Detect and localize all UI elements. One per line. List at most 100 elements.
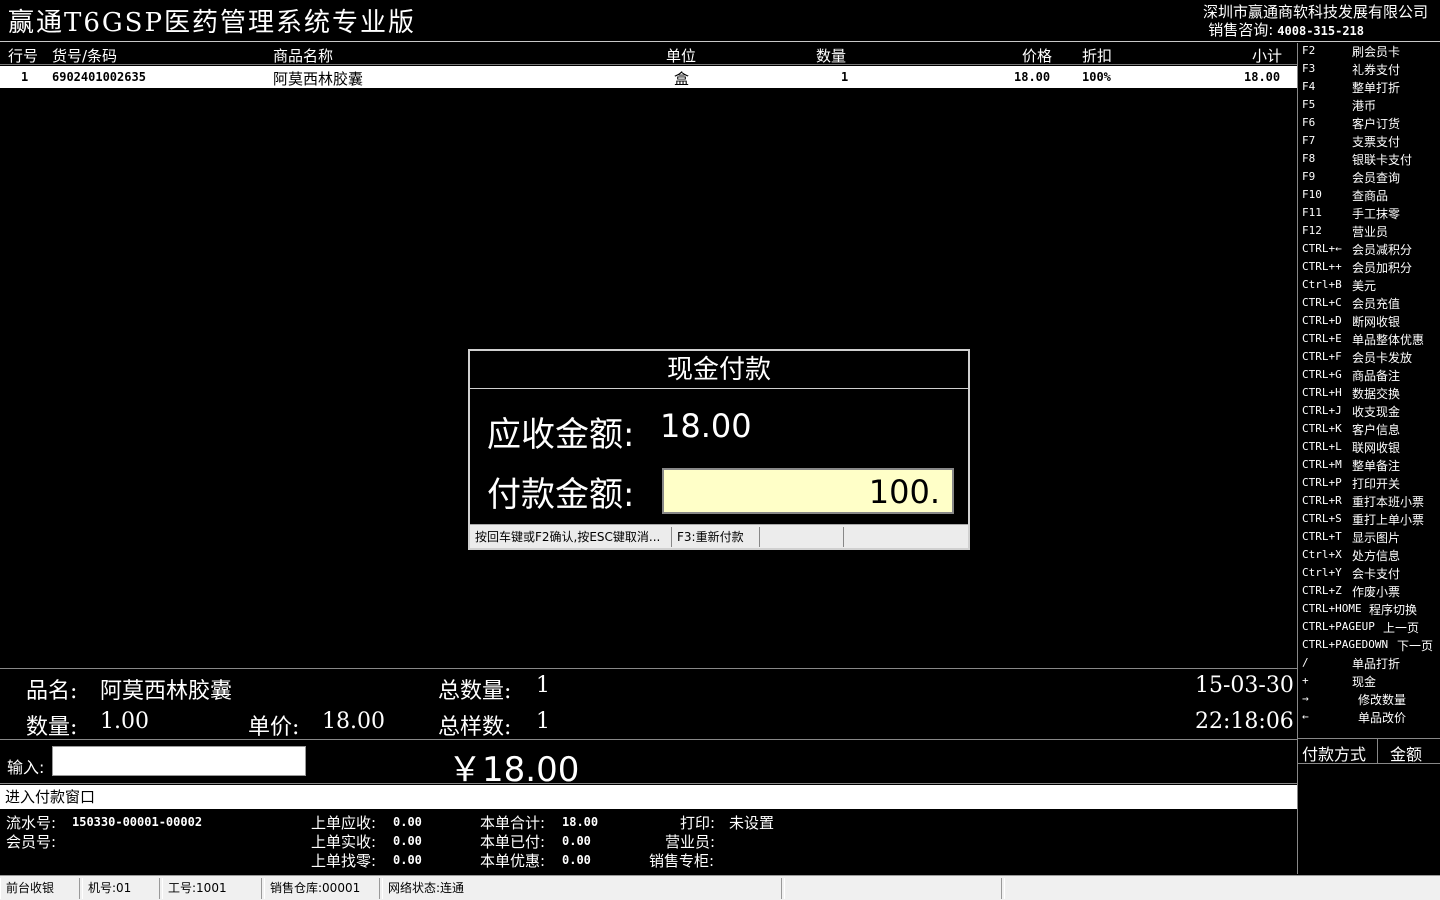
function-key-label: 支票支付	[1352, 135, 1401, 149]
cell-qty: 1	[841, 70, 849, 84]
function-key-item[interactable]: CTRL+M 整单备注	[1302, 457, 1440, 475]
function-key-item[interactable]: CTRL+P 打印开关	[1302, 475, 1440, 493]
function-key-item[interactable]: / 单品打折	[1302, 655, 1440, 673]
function-key-item[interactable]: CTRL+J 收支现金	[1302, 403, 1440, 421]
company-name: 深圳市赢通商软科技发展有限公司	[1202, 3, 1428, 21]
function-key-code: CTRL+HOME	[1302, 602, 1362, 615]
function-key-panel: F2 刷会员卡 F3 礼券支付 F4 整单打折 F5 港币 F6 客户订货 F7 支票支付 F8 银联卡支…	[1297, 43, 1440, 738]
title-bar: 赢通T6GSP医药管理系统专业版 深圳市赢通商软科技发展有限公司 销售咨询: 40…	[0, 0, 1440, 42]
table-row[interactable]: 1 6902401002635 阿莫西林胶囊 盒 1 18.00 100% 18…	[0, 66, 1297, 88]
payment-amount-label: 付款金额:	[487, 475, 635, 515]
cur-total-label: 本单合计:	[480, 814, 546, 832]
function-key-item[interactable]: F10 查商品	[1302, 187, 1440, 205]
function-key-code: F6	[1302, 116, 1316, 129]
function-key-item[interactable]: F9 会员查询	[1302, 169, 1440, 187]
function-key-item[interactable]: F8 银联卡支付	[1302, 151, 1440, 169]
function-key-item[interactable]: F4 整单打折	[1302, 79, 1440, 97]
function-key-item[interactable]: F2 刷会员卡	[1302, 43, 1440, 61]
cur-paid-label: 本单已付:	[480, 833, 546, 851]
dialog-title: 现金付款	[470, 351, 968, 389]
function-key-item[interactable]: CTRL+K 客户信息	[1302, 421, 1440, 439]
function-key-code: →	[1302, 692, 1309, 705]
function-key-item[interactable]: CTRL+PAGEDOWN 下一页	[1302, 637, 1440, 655]
function-key-item[interactable]: ← 单品改价	[1302, 709, 1440, 727]
prev-paid-value: 0.00	[393, 834, 422, 848]
barcode-input[interactable]	[52, 746, 306, 776]
function-key-item[interactable]: CTRL+HOME 程序切换	[1302, 601, 1440, 619]
function-key-item[interactable]: Ctrl+Y 会卡支付	[1302, 565, 1440, 583]
function-key-code: Ctrl+X	[1302, 548, 1342, 561]
dialog-f3-hint: F3:重新付款	[674, 527, 760, 547]
prev-due-value: 0.00	[393, 815, 422, 829]
function-key-label: 银联卡支付	[1352, 153, 1413, 167]
function-key-label: 数据交换	[1352, 387, 1401, 401]
dialog-status-bar: 按回车键或F2确认,按ESC键取消... F3:重新付款	[470, 524, 968, 548]
cur-discount-label: 本单优惠:	[480, 852, 546, 870]
function-key-label: 收支现金	[1352, 405, 1401, 419]
function-key-code: CTRL+R	[1302, 494, 1342, 507]
col-name: 商品名称	[273, 47, 334, 65]
cell-line: 1	[21, 70, 29, 84]
function-key-item[interactable]: CTRL+G 商品备注	[1302, 367, 1440, 385]
total-qty-value: 1	[536, 673, 550, 698]
amount-due-value: 18.00	[660, 407, 752, 445]
quantity-value: 1.00	[100, 709, 149, 734]
dialog-hint: 按回车键或F2确认,按ESC键取消...	[472, 527, 672, 547]
function-key-item[interactable]: CTRL+E 单品整体优惠	[1302, 331, 1440, 349]
function-key-code: CTRL+D	[1302, 314, 1342, 327]
column-divider	[1377, 739, 1378, 763]
hotline: 销售咨询: 4008-315-218	[1208, 21, 1364, 40]
function-key-item[interactable]: Ctrl+B 美元	[1302, 277, 1440, 295]
function-key-item[interactable]: CTRL+D 断网收银	[1302, 313, 1440, 331]
function-key-item[interactable]: F6 客户订货	[1302, 115, 1440, 133]
status-network: 网络状态:连通	[382, 878, 782, 899]
status-bar: 前台收银 机号:01 工号:1001 销售仓库:00001 网络状态:连通	[0, 875, 1440, 900]
function-key-label: 会员加积分	[1352, 261, 1413, 275]
function-key-item[interactable]: F5 港币	[1302, 97, 1440, 115]
function-key-item[interactable]: CTRL++ 会员加积分	[1302, 259, 1440, 277]
function-key-code: CTRL+T	[1302, 530, 1342, 543]
function-key-label: 会员查询	[1352, 171, 1401, 185]
function-key-label: 处方信息	[1352, 549, 1401, 563]
function-key-label: 单品整体优惠	[1352, 333, 1425, 347]
product-name-value: 阿莫西林胶囊	[100, 679, 233, 704]
function-key-label: 作废小票	[1352, 585, 1401, 599]
function-key-item[interactable]: CTRL+Z 作废小票	[1302, 583, 1440, 601]
function-key-item[interactable]: F11 手工抹零	[1302, 205, 1440, 223]
cell-discount: 100%	[1082, 70, 1111, 84]
function-key-item[interactable]: CTRL+F 会员卡发放	[1302, 349, 1440, 367]
function-key-code: CTRL+F	[1302, 350, 1342, 363]
function-key-item[interactable]: Ctrl+X 处方信息	[1302, 547, 1440, 565]
function-key-item[interactable]: CTRL+L 联网收银	[1302, 439, 1440, 457]
cell-subtotal: 18.00	[1244, 70, 1281, 84]
function-key-label: 商品备注	[1352, 369, 1401, 383]
function-key-item[interactable]: CTRL+H 数据交换	[1302, 385, 1440, 403]
total-kinds-value: 1	[536, 709, 550, 734]
function-key-item[interactable]: CTRL+S 重打上单小票	[1302, 511, 1440, 529]
time-display: 22:18:06	[1195, 709, 1294, 734]
function-key-code: CTRL+E	[1302, 332, 1342, 345]
function-key-label: 美元	[1352, 279, 1377, 293]
function-key-item[interactable]: F12 营业员	[1302, 223, 1440, 241]
function-key-item[interactable]: → 修改数量	[1302, 691, 1440, 709]
function-key-label: 修改数量	[1358, 693, 1407, 707]
col-payment-amount: 金额	[1390, 745, 1423, 764]
prev-paid-label: 上单实收:	[311, 833, 377, 851]
payment-amount-input[interactable]: 100.	[662, 468, 954, 514]
function-key-label: 会员卡发放	[1352, 351, 1413, 365]
counter-label: 销售专柜:	[649, 852, 715, 870]
function-key-code: F2	[1302, 44, 1316, 57]
function-key-item[interactable]: CTRL+← 会员减积分	[1302, 241, 1440, 259]
function-key-item[interactable]: CTRL+PAGEUP 上一页	[1302, 619, 1440, 637]
function-key-item[interactable]: CTRL+C 会员充值	[1302, 295, 1440, 313]
function-key-code: CTRL+M	[1302, 458, 1342, 471]
function-key-item[interactable]: CTRL+T 显示图片	[1302, 529, 1440, 547]
input-row: 输入: ￥18.00	[0, 739, 1297, 790]
function-key-item[interactable]: CTRL+R 重打本班小票	[1302, 493, 1440, 511]
function-key-item[interactable]: F3 礼券支付	[1302, 61, 1440, 79]
function-key-item[interactable]: + 现金	[1302, 673, 1440, 691]
function-key-label: 现金	[1352, 675, 1377, 689]
function-key-label: 重打本班小票	[1352, 495, 1425, 509]
function-key-code: F8	[1302, 152, 1316, 165]
function-key-item[interactable]: F7 支票支付	[1302, 133, 1440, 151]
